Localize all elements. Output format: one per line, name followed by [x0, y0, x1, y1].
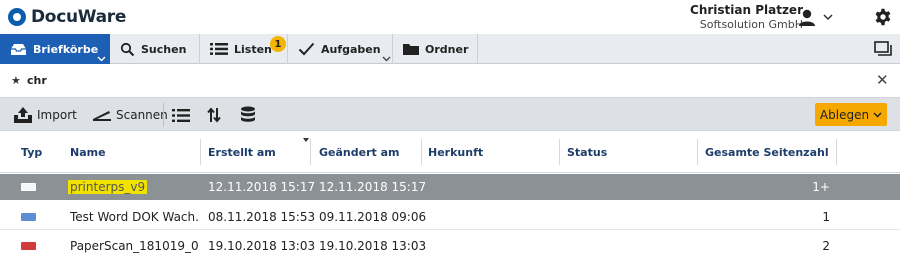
tab-label: Aufgaben — [321, 42, 381, 56]
chevron-down-icon[interactable] — [382, 56, 391, 62]
row-modified: 19.10.2018 13:03 — [319, 239, 427, 253]
column-divider[interactable] — [697, 139, 698, 165]
brand-name: DocuWare — [31, 7, 127, 27]
tab-label: Briefkörbe — [33, 42, 99, 56]
row-modified: 12.11.2018 15:17 — [319, 180, 427, 194]
table-row[interactable]: PaperScan_181019_0 19.10.2018 13:03 19.1… — [0, 233, 900, 255]
column-divider[interactable] — [421, 139, 422, 165]
user-info: Christian Platzer Softsolution GmbH — [690, 3, 803, 31]
database-icon — [240, 106, 256, 124]
window-icon[interactable] — [874, 41, 892, 57]
row-name: Test Word DOK Wach... — [70, 210, 200, 224]
user-company: Softsolution GmbH — [699, 18, 803, 31]
column-header-status[interactable]: Status — [567, 131, 607, 173]
scan-button[interactable]: Scannen — [92, 98, 168, 132]
logo-mark-icon — [8, 8, 26, 26]
tab-ordner[interactable]: Ordner — [393, 34, 478, 64]
upload-icon — [13, 106, 33, 124]
search-icon — [120, 42, 135, 57]
table-row[interactable]: printerps_v9 12.11.2018 15:17 12.11.2018… — [0, 174, 900, 200]
folder-icon — [403, 43, 419, 55]
chevron-down-icon[interactable] — [97, 56, 106, 62]
row-created: 08.11.2018 15:53 — [208, 210, 316, 224]
tab-label: Suchen — [141, 42, 187, 56]
list-view-icon — [172, 108, 190, 123]
gear-icon[interactable] — [874, 8, 892, 26]
column-header-name[interactable]: Name — [70, 131, 106, 173]
column-header-type[interactable]: Typ — [21, 131, 42, 173]
row-name: PaperScan_181019_0 — [70, 239, 199, 253]
file-document-label: Ablegen — [819, 107, 870, 122]
close-icon[interactable]: ✕ — [876, 71, 889, 89]
column-divider[interactable] — [559, 139, 560, 165]
word-document-icon — [21, 213, 36, 221]
row-pages: 1+ — [812, 180, 830, 194]
column-header-origin[interactable]: Herkunft — [428, 131, 483, 173]
user-icon[interactable] — [797, 9, 817, 27]
basket-name: chr — [27, 74, 47, 87]
tab-aufgaben[interactable]: Aufgaben — [288, 34, 393, 64]
column-divider[interactable] — [836, 139, 837, 165]
column-divider[interactable] — [200, 139, 201, 165]
blank-file-icon — [21, 183, 36, 191]
search-highlight: printerps_v9 — [68, 180, 148, 194]
import-button[interactable]: Import — [13, 98, 77, 132]
chevron-down-icon — [873, 112, 882, 117]
basket-title-bar: ★ chr ✕ — [0, 64, 900, 97]
sort-button[interactable] — [207, 98, 225, 132]
toolbar-divider — [163, 103, 164, 127]
chevron-down-icon[interactable] — [822, 10, 834, 24]
column-header-pages[interactable]: Gesamte Seitenzahl — [705, 131, 829, 173]
tab-label: Ordner — [425, 42, 469, 56]
column-header-modified[interactable]: Geändert am — [319, 131, 399, 173]
sort-indicator-icon — [303, 138, 309, 142]
inbox-icon — [10, 43, 27, 56]
row-pages: 1 — [822, 210, 830, 224]
row-created: 12.11.2018 15:17 — [208, 180, 316, 194]
star-icon[interactable]: ★ — [11, 74, 21, 87]
database-button[interactable] — [240, 98, 260, 132]
sort-icon — [207, 107, 221, 123]
table-header: Typ Name Erstellt am Geändert am Herkunf… — [0, 131, 900, 173]
checkmark-icon — [298, 42, 315, 56]
table-row[interactable]: Test Word DOK Wach... 08.11.2018 15:53 0… — [0, 204, 900, 230]
row-modified: 09.11.2018 09:06 — [319, 210, 427, 224]
import-label: Import — [37, 108, 77, 122]
docuware-logo[interactable]: DocuWare — [8, 7, 126, 27]
user-name: Christian Platzer — [690, 3, 803, 17]
pdf-document-icon — [21, 242, 36, 250]
notification-badge: 1 — [270, 36, 286, 52]
tab-briefkoerbe[interactable]: Briefkörbe — [0, 34, 110, 64]
column-divider[interactable] — [310, 139, 311, 165]
list-view-button[interactable] — [172, 98, 194, 132]
main-nav: Briefkörbe Suchen Listen Aufgaben Ordner — [0, 34, 900, 64]
app-header: DocuWare Christian Platzer Softsolution … — [0, 0, 900, 34]
scan-label: Scannen — [116, 108, 168, 122]
row-pages: 2 — [822, 239, 830, 253]
column-header-created[interactable]: Erstellt am — [208, 131, 276, 173]
list-icon — [210, 42, 228, 56]
scanner-icon — [92, 109, 112, 121]
row-created: 19.10.2018 13:03 — [208, 239, 316, 253]
document-toolbar: Import Scannen Ablegen — [0, 97, 900, 131]
tab-label: Listen — [234, 42, 272, 56]
tab-suchen[interactable]: Suchen — [110, 34, 200, 64]
file-document-button[interactable]: Ablegen — [815, 103, 887, 126]
row-name: printerps_v9 — [68, 174, 198, 200]
